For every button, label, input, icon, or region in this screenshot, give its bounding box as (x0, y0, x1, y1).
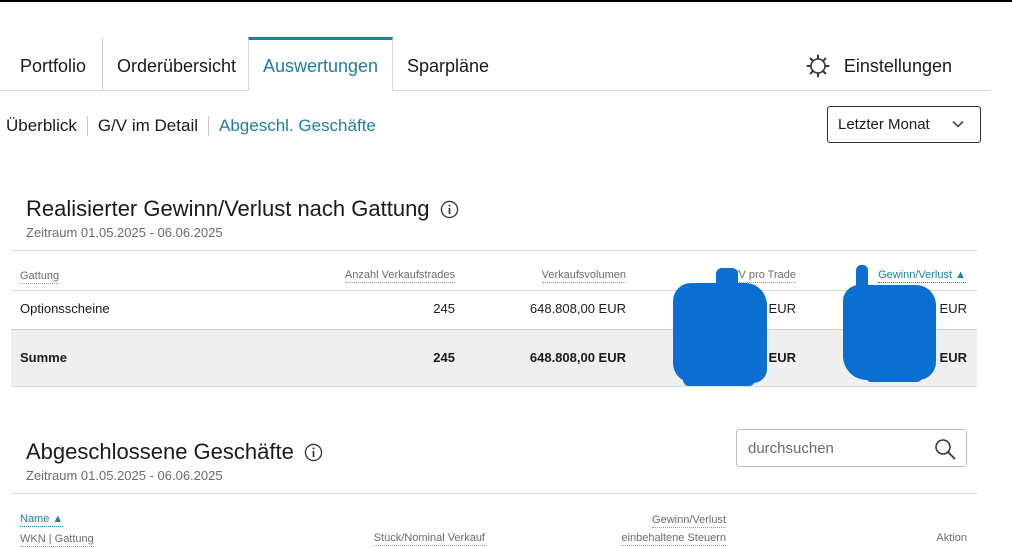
tab-portfolio[interactable]: Portfolio (20, 37, 86, 91)
cell-gv-pro-trade: EUR (768, 301, 796, 316)
main-tab-bar: Portfolio Orderübersicht Auswertungen Sp… (0, 37, 990, 91)
subnav-ueberblick[interactable]: Überblick (6, 116, 87, 136)
col-header-gattung[interactable]: Gattung (20, 269, 60, 284)
section-title-abgeschlossen: Abgeschlossene Geschäfte (26, 439, 323, 465)
period-dropdown-value: Letzter Monat (838, 116, 930, 133)
period-dropdown[interactable]: Letzter Monat (827, 106, 981, 143)
col-header-name[interactable]: Name ▲ (20, 512, 64, 527)
col-header-gewinn-verlust[interactable]: Gewinn/Verlust ▲ (878, 268, 966, 283)
sum-gv-pro-trade: EUR (768, 350, 796, 365)
col-header-anzahl[interactable]: Anzahl Verkaufstrades (344, 268, 455, 283)
info-icon[interactable] (304, 443, 323, 462)
info-icon[interactable] (440, 200, 459, 219)
col-header-gewinn-verlust-label: Gewinn/Verlust (878, 269, 953, 281)
section-period-realisiert: Zeitraum 01.05.2025 - 06.06.2025 (26, 225, 223, 240)
search-box (736, 429, 967, 467)
col-header-gewinn-verlust-2[interactable]: Gewinn/Verlust (652, 513, 726, 528)
tab-sparplaene[interactable]: Sparpläne (407, 37, 489, 91)
col-header-name-label: Name (20, 513, 50, 525)
tab-auswertungen[interactable]: Auswertungen (248, 37, 393, 91)
section-title-realisiert: Realisierter Gewinn/Verlust nach Gattung (26, 196, 459, 222)
subnav-abgeschl-geschaefte[interactable]: Abgeschl. Geschäfte (208, 116, 386, 136)
section-title-realisiert-text: Realisierter Gewinn/Verlust nach Gattung (26, 196, 430, 221)
subnav-gv-detail[interactable]: G/V im Detail (86, 116, 208, 136)
search-input[interactable] (748, 439, 928, 457)
sub-navigation: Überblick G/V im Detail Abgeschl. Geschä… (6, 116, 386, 136)
sort-asc-icon: ▲ (955, 269, 966, 281)
col-header-steuern[interactable]: einbehaltene Steuern (621, 531, 726, 546)
chevron-down-icon (952, 120, 964, 128)
sum-label: Summe (20, 350, 67, 365)
search-icon[interactable] (934, 438, 956, 460)
divider (11, 290, 977, 291)
tab-orderuebersicht[interactable]: Orderübersicht (102, 37, 236, 91)
col-header-volumen[interactable]: Verkaufsvolumen (541, 268, 626, 283)
col-header-stueck-nominal[interactable]: Stück/Nominal Verkauf (373, 531, 485, 546)
cell-anzahl: 245 (433, 301, 455, 316)
top-border (0, 0, 1012, 2)
settings-label: Einstellungen (843, 55, 952, 76)
settings-button[interactable]: Einstellungen (806, 37, 952, 91)
sum-volumen: 648.808,00 EUR (529, 350, 626, 365)
sum-gewinn-verlust: EUR (939, 350, 967, 365)
section-title-abgeschlossen-text: Abgeschlossene Geschäfte (26, 439, 294, 464)
cell-gattung: Optionsscheine (20, 301, 110, 316)
sum-anzahl: 245 (433, 350, 455, 365)
divider (11, 493, 977, 494)
cell-gewinn-verlust: EUR (939, 301, 967, 316)
sort-asc-icon: ▲ (52, 513, 64, 525)
divider (11, 250, 977, 251)
col-header-aktion: Aktion (936, 532, 967, 544)
col-header-wkn-gattung[interactable]: WKN | Gattung (20, 532, 94, 547)
gear-icon (806, 54, 830, 78)
section-period-abgeschlossen: Zeitraum 01.05.2025 - 06.06.2025 (26, 468, 223, 483)
sum-row (11, 329, 977, 387)
cell-volumen: 648.808,00 EUR (529, 301, 626, 316)
